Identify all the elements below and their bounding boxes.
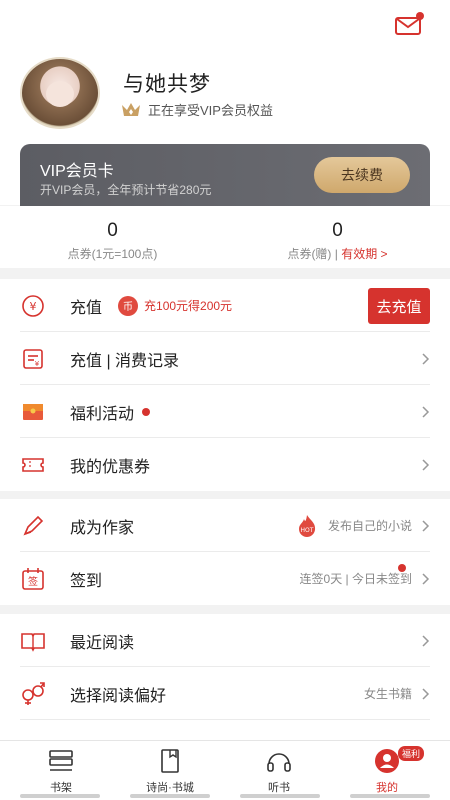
svg-text:¥: ¥ [30,300,37,313]
writer-hint: 发布自己的小说 [327,519,412,533]
activity-section: 成为作家 HOT 发布自己的小说 签 签到 连签0天 | 今日未签到 [0,499,450,605]
gift-icon [23,403,43,420]
signin-dot [398,564,406,572]
validity-link[interactable]: 有效期 > [341,247,387,261]
tab-mine[interactable]: 我的 [331,741,443,800]
vip-status-text: 正在享受VIP会员权益 [148,103,273,118]
recharge-row[interactable]: ¥ 充值 币 充100元得200元 去充值 [20,279,430,332]
bottom-tab-bar: 书架 诗尚·书城 听书 我的 [0,740,450,800]
coin-icon: 币 [118,295,139,316]
svg-text:¥: ¥ [35,360,40,368]
reading-section: 最近阅读 选择阅读偏好 女生书籍 [0,614,450,740]
chevron-right-icon [422,634,430,647]
chevron-right-icon [422,687,430,700]
gender-icon [22,681,45,705]
tab-audiobooks-label: 听书 [268,782,290,794]
bookstore-icon [161,749,179,773]
coupons-label: 我的优惠券 [70,458,151,476]
chevron-right-icon [422,352,430,365]
coupons-chevron-wrap [412,438,430,491]
chevron-right-icon [422,405,430,418]
chevron-right-icon [422,519,430,532]
nav-indicator-1 [20,794,100,798]
records-label: 充值 | 消费记录 [70,352,180,370]
vip-card[interactable]: VIP会员卡 开VIP会员，全年预计节省280元 去续费 [20,144,430,206]
nav-indicator-2 [130,794,210,798]
reading-preference-label: 选择阅读偏好 [70,687,167,705]
writer-hint-wrap: HOT 发布自己的小说 [296,499,430,552]
signin-hint-wrap: 连签0天 | 今日未签到 [300,552,430,605]
fire-icon: HOT [298,514,316,537]
profile-header: 与她共梦 正在享受VIP会员权益 VIP会员卡 开VIP会员，全年预计节省280… [0,0,450,206]
calendar-icon: 签 [22,567,44,590]
points-stats: 0 点券(1元=100点) 0 点券(赠) | 有效期 > [0,206,450,268]
avatar[interactable] [20,57,100,129]
bonus-points-balance[interactable]: 0 点券(赠) | 有效期 > [225,220,450,262]
recharge-promo-text: 充100元得200元 [144,299,233,313]
welfare-chevron-wrap [412,385,430,438]
renew-button[interactable]: 去续费 [314,157,410,193]
chevron-right-icon [422,458,430,471]
bookshelf-icon [49,750,73,771]
pen-icon [23,515,44,536]
tab-mine-label: 我的 [376,782,398,794]
recent-reading-row[interactable]: 最近阅读 [20,614,430,667]
recharge-promo: 币 充100元得200元 [118,295,233,316]
points-label: 点券(1元=100点) [67,247,158,261]
signin-row[interactable]: 签 签到 连签0天 | 今日未签到 [20,552,430,605]
preference-hint: 女生书籍 [363,687,412,701]
recent-chevron-wrap [412,614,430,667]
signin-icon-text: 签 [28,575,38,588]
records-row[interactable]: ¥ 充值 | 消费记录 [20,332,430,385]
writer-label: 成为作家 [70,519,135,537]
bonus-points-label: 点券(赠) | [287,247,342,261]
mail-unread-dot [416,12,424,20]
wallet-section: ¥ 充值 币 充100元得200元 去充值 ¥ 充值 | 消费记录 福利活动 我… [0,279,450,491]
reading-preference-row[interactable]: 选择阅读偏好 女生书籍 [20,667,430,720]
vip-card-title: VIP会员卡 [40,163,114,180]
yen-icon: ¥ [22,294,44,317]
signin-hint: 连签0天 | 今日未签到 [299,572,412,586]
bonus-points-value: 0 [332,220,343,241]
vip-card-subtitle: 开VIP会员，全年预计节省280元 [40,183,212,197]
username: 与她共梦 [123,73,211,96]
vip-status: 正在享受VIP会员权益 [120,100,273,119]
tab-bookshelf-label: 书架 [50,782,72,794]
crown-icon [122,102,140,116]
nav-indicator-3 [240,794,320,798]
welfare-row[interactable]: 福利活动 [20,385,430,438]
points-balance[interactable]: 0 点券(1元=100点) [0,220,225,262]
book-icon [21,632,45,652]
receipt-icon: ¥ [23,348,43,369]
welfare-new-dot [142,407,151,416]
signin-label: 签到 [70,572,103,590]
points-value: 0 [107,220,118,241]
profile-icon [375,749,399,773]
tab-bookshelf[interactable]: 书架 [5,741,117,800]
tab-bookstore-label: 诗尚·书城 [146,782,194,794]
recharge-label: 充值 [70,299,103,317]
coupon-icon [22,457,44,472]
headphones-icon [267,753,291,772]
go-recharge-button[interactable]: 去充值 [368,288,430,324]
bonus-points-label-wrap: 点券(赠) | 有效期 > [225,245,450,262]
records-chevron-wrap [412,332,430,385]
welfare-label: 福利活动 [70,405,135,423]
tab-bookstore[interactable]: 诗尚·书城 [114,741,226,800]
coupons-row[interactable]: 我的优惠券 [20,438,430,491]
tab-audiobooks[interactable]: 听书 [223,741,335,800]
recent-reading-label: 最近阅读 [70,634,135,652]
writer-row[interactable]: 成为作家 HOT 发布自己的小说 [20,499,430,552]
nav-indicator-4 [350,794,430,798]
chevron-right-icon [422,572,430,585]
svg-text:HOT: HOT [301,527,314,534]
welfare-badge: 福利 [398,746,425,761]
preference-hint-wrap: 女生书籍 [364,667,430,720]
